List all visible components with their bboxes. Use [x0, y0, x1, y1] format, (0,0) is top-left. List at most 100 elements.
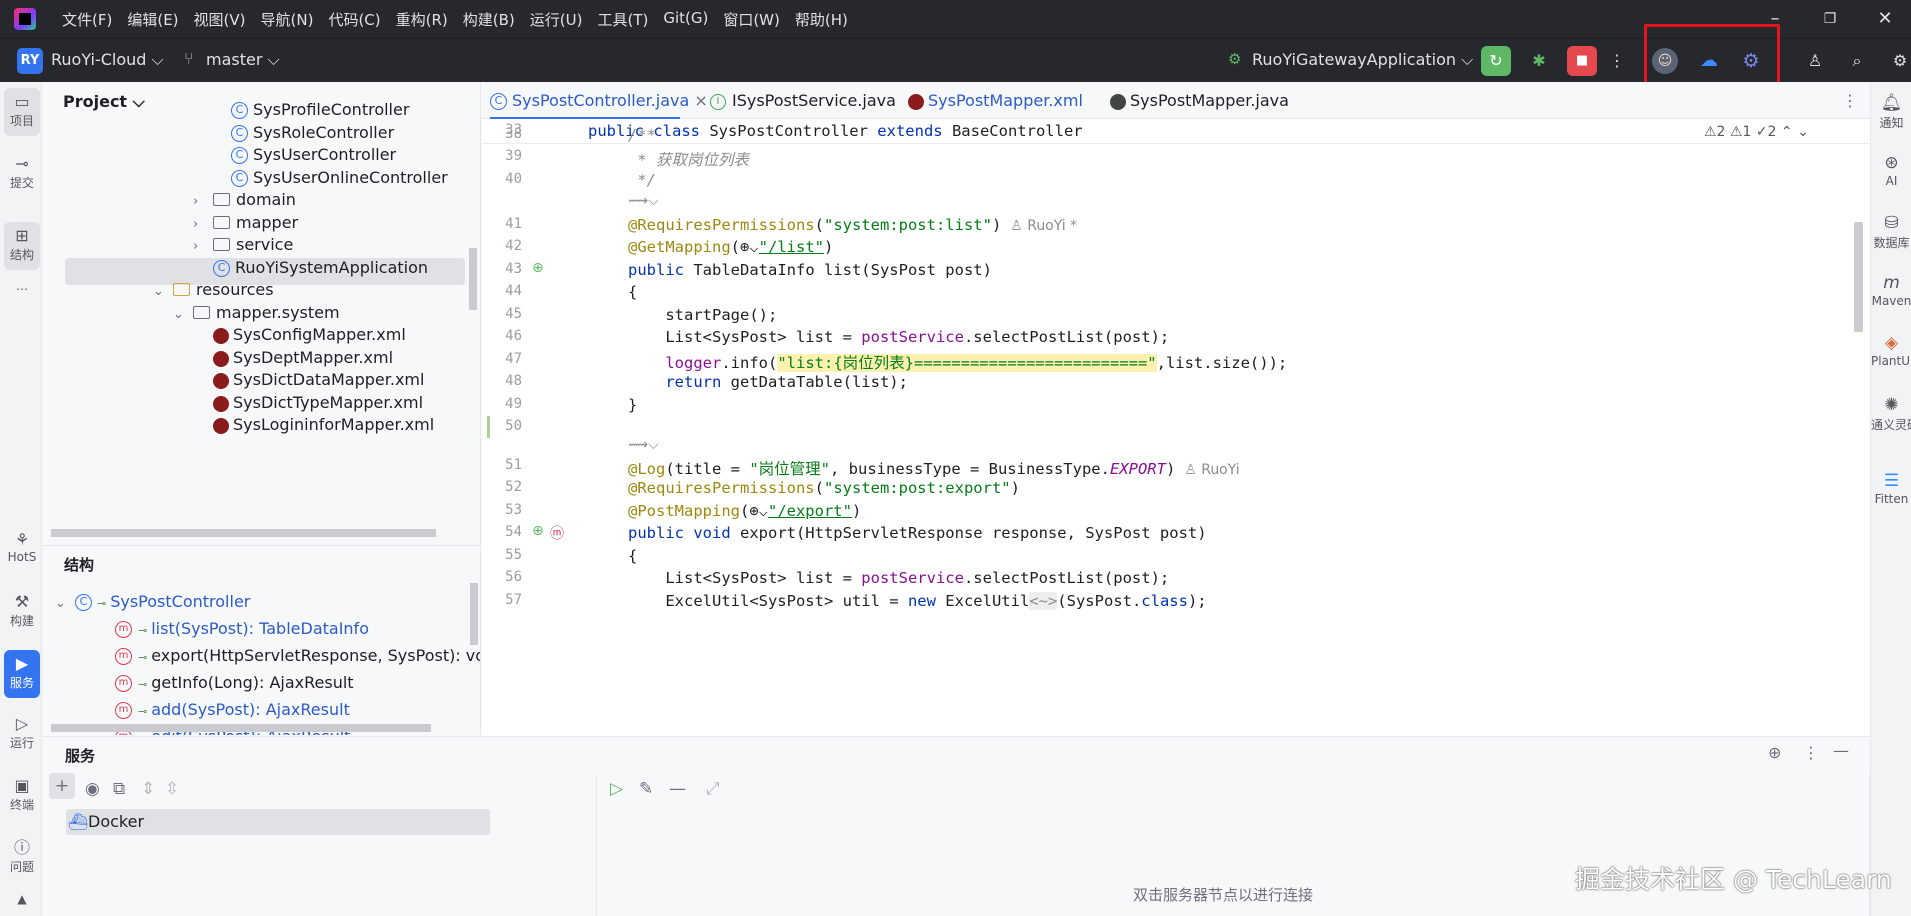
chevron-down-icon[interactable]: ⌄: [55, 591, 67, 617]
stop-icon[interactable]: ■: [1567, 46, 1597, 76]
tabs-more-icon[interactable]: ⋮: [1842, 82, 1858, 119]
tool-plantuml[interactable]: ◈PlantUML: [1871, 332, 1911, 376]
docker-service-item[interactable]: ⛴ Docker: [66, 809, 490, 835]
tab-syspostmapper-java[interactable]: SysPostMapper.java: [1110, 82, 1289, 119]
tool-terminal[interactable]: ▣ 终端: [4, 776, 40, 820]
view-icon[interactable]: ◉: [85, 779, 100, 799]
mybatis-xml-icon: [908, 93, 924, 110]
structure-member[interactable]: m ⊸ list(SysPost): TableDataInfo: [115, 616, 369, 642]
project-panel-title[interactable]: Project ⌵: [63, 92, 145, 112]
public-icon: ⊸: [97, 597, 107, 610]
menu-edit[interactable]: 编辑(E): [127, 9, 178, 30]
structure-member[interactable]: m ⊸ export(HttpServletResponse, SysPost): …: [115, 643, 480, 669]
chevron-down-icon[interactable]: ⌄: [153, 279, 165, 305]
intellij-logo-icon[interactable]: [14, 8, 36, 30]
debug-icon[interactable]: ✱: [1524, 46, 1554, 76]
structure-member[interactable]: m ⊸ add(SysPost): AjaxResult: [115, 697, 350, 723]
tree-item[interactable]: SysLogininforMapper.xml: [213, 412, 434, 438]
project-horizontal-scrollbar[interactable]: [51, 529, 436, 537]
interface-icon: I: [710, 93, 726, 110]
code-token: TableDataInfo list(SysPost post): [684, 261, 992, 279]
rerun-icon[interactable]: ↻: [1481, 46, 1511, 76]
run-service-icon[interactable]: ▷: [610, 779, 623, 799]
tool-database[interactable]: ⛁ 数据库: [1871, 212, 1911, 256]
add-user-icon[interactable]: ♙: [1800, 46, 1830, 76]
code-token[interactable]: "/export": [768, 502, 852, 520]
warning-icon[interactable]: ▲: [4, 892, 40, 916]
project-vertical-scrollbar[interactable]: [469, 248, 477, 310]
more-tools-icon[interactable]: ⋯: [4, 282, 40, 306]
edit-icon[interactable]: ✎: [639, 779, 653, 799]
menu-build[interactable]: 构建(B): [463, 9, 515, 30]
tool-notifications[interactable]: 🔔︎ 通知: [1871, 92, 1911, 136]
structure-root[interactable]: ⌄ C ⊸ SysPostController: [55, 589, 250, 615]
tool-build[interactable]: ⚒ 构建: [4, 592, 40, 636]
ide-settings-icon[interactable]: ⚙: [1885, 46, 1911, 76]
code-area[interactable]: 38 /** 39 * 获取岗位列表 40 */ ⟿⌵ 41 @Requires…: [482, 126, 1842, 736]
structure-horizontal-scrollbar[interactable]: [51, 724, 431, 732]
inlay-hint[interactable]: ⟿⌵: [628, 437, 659, 453]
search-icon[interactable]: ⌕: [1842, 46, 1872, 76]
menu-help[interactable]: 帮助(H): [795, 9, 848, 30]
code-token[interactable]: "/list": [759, 238, 824, 256]
expand-icon[interactable]: ⤢: [706, 779, 720, 799]
tool-build-label: 构建: [9, 614, 34, 628]
close-window-icon[interactable]: ✕: [1870, 7, 1900, 31]
tool-run[interactable]: ▷ 运行: [4, 714, 40, 758]
restore-icon[interactable]: ❐: [1815, 7, 1845, 31]
project-badge[interactable]: RY: [17, 48, 43, 74]
tool-fitten[interactable]: ☰ Fitten: [1871, 470, 1911, 514]
author-hint[interactable]: ♙ RuoYi: [1175, 462, 1240, 478]
tool-commit[interactable]: ⊸ 提交: [4, 154, 40, 198]
problems-icon: ⓘ: [13, 838, 30, 857]
endpoint-gutter-icon[interactable]: ⊕: [532, 260, 544, 276]
more-actions-icon[interactable]: ⋮: [1609, 46, 1625, 76]
hide-panel-icon[interactable]: —: [1833, 741, 1849, 760]
menu-navigate[interactable]: 导航(N): [261, 9, 314, 30]
inlay-hint[interactable]: ⟿⌵: [628, 193, 659, 209]
chevron-down-icon[interactable]: ⌄: [173, 302, 185, 328]
tab-syspostcontroller[interactable]: C SysPostController.java ×: [490, 82, 708, 119]
menu-file[interactable]: 文件(F): [62, 9, 112, 30]
menu-run[interactable]: 运行(U): [530, 9, 583, 30]
expand-all-icon[interactable]: ⇕: [141, 779, 155, 799]
new-group-icon[interactable]: ⧉: [113, 779, 125, 799]
chevron-right-icon[interactable]: ›: [193, 234, 205, 260]
menu-window[interactable]: 窗口(W): [723, 9, 780, 30]
tool-project[interactable]: ▭ 项目: [4, 88, 40, 136]
collapse-all-icon[interactable]: ⇳: [165, 779, 179, 799]
add-service-icon[interactable]: +: [49, 773, 75, 799]
tab-isyspostservice[interactable]: I ISysPostService.java: [710, 82, 896, 119]
editor-vertical-scrollbar[interactable]: [1854, 222, 1863, 332]
close-tab-icon[interactable]: ×: [694, 91, 707, 110]
tab-syspostmapper-xml[interactable]: SysPostMapper.xml: [908, 82, 1083, 119]
code-line: @RequiresPermissions("system:post:list")…: [628, 216, 1077, 234]
menu-code[interactable]: 代码(C): [328, 9, 380, 30]
tool-ai[interactable]: ⊛ AI: [1871, 152, 1911, 196]
more-options-icon[interactable]: ⋮: [1803, 743, 1819, 762]
class-icon: C: [231, 147, 248, 164]
tool-services[interactable]: ▶ 服务: [4, 650, 40, 698]
tree-item-label: SysDictDataMapper.xml: [233, 370, 425, 389]
minus-icon[interactable]: —: [669, 779, 686, 799]
endpoint-gutter-icon[interactable]: ⊕: [532, 523, 544, 539]
menu-refactor[interactable]: 重构(R): [396, 9, 448, 30]
tool-hotswap[interactable]: ⚘ HotS: [4, 530, 40, 574]
tool-problems[interactable]: ⓘ 问题: [4, 838, 40, 882]
menu-view[interactable]: 视图(V): [194, 9, 246, 30]
project-selector[interactable]: RuoYi-Cloud ⌵: [51, 50, 164, 70]
menu-git[interactable]: Git(G): [663, 9, 708, 30]
run-configuration-selector[interactable]: RuoYiGatewayApplication ⌵: [1252, 50, 1473, 70]
tool-structure[interactable]: ⊞ 结构: [4, 222, 40, 270]
author-hint[interactable]: ♙ RuoYi *: [1001, 218, 1077, 234]
hotswap-icon: ⚘: [14, 530, 30, 549]
structure-vertical-scrollbar[interactable]: [470, 583, 478, 645]
menu-tools[interactable]: 工具(T): [597, 9, 648, 30]
tool-tongyi-label: 通义灵码: [1871, 418, 1911, 432]
method-gutter-icon[interactable]: ⓜ: [550, 523, 564, 543]
structure-member[interactable]: m ⊸ getInfo(Long): AjaxResult: [115, 670, 354, 696]
branch-selector[interactable]: master ⌵: [206, 50, 280, 70]
tool-tongyi[interactable]: ✺ 通义灵码: [1871, 394, 1911, 438]
tool-maven[interactable]: m Maven: [1871, 272, 1911, 316]
target-icon[interactable]: ⊕: [1768, 743, 1781, 762]
